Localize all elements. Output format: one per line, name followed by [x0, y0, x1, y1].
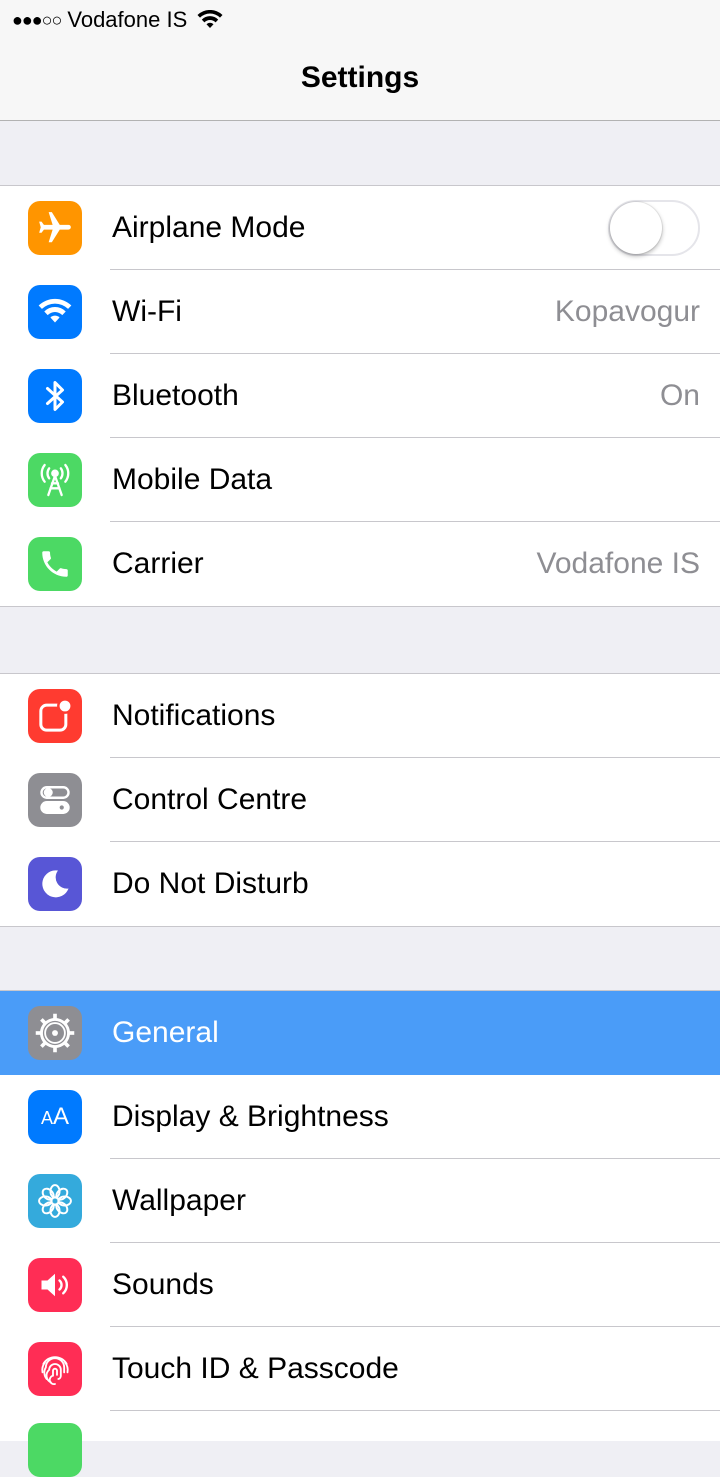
airplane-icon	[28, 201, 82, 255]
row-label: Wallpaper	[112, 1184, 246, 1217]
row-label: Control Centre	[112, 783, 308, 816]
settings-row-bluetooth[interactable]: Bluetooth On	[0, 354, 720, 438]
row-label: Do Not Disturb	[112, 867, 309, 900]
navigation-bar: Settings	[0, 40, 720, 121]
connectivity-group: Airplane Mode Wi-Fi Kopavogur Bluetooth …	[0, 185, 720, 607]
airplane-mode-toggle[interactable]	[608, 200, 700, 256]
row-label: Mobile Data	[112, 463, 273, 496]
row-label: Carrier	[112, 547, 204, 580]
settings-row-do-not-disturb[interactable]: Do Not Disturb	[0, 842, 720, 926]
settings-row-airplane-mode[interactable]: Airplane Mode	[0, 186, 720, 270]
settings-row-general[interactable]: General	[0, 991, 720, 1075]
toggle-knob	[610, 202, 662, 254]
row-label: Touch ID & Passcode	[112, 1352, 399, 1385]
bluetooth-icon	[28, 369, 82, 423]
phone-icon	[28, 537, 82, 591]
settings-row-notifications[interactable]: Notifications	[0, 674, 720, 758]
icon-glyph: AA	[40, 1103, 70, 1130]
gear-icon	[28, 1006, 82, 1060]
status-carrier: Vodafone IS	[67, 7, 188, 32]
row-value: On	[659, 379, 700, 412]
wifi-icon	[28, 285, 82, 339]
row-label: General	[112, 1016, 219, 1049]
fingerprint-icon	[28, 1342, 82, 1396]
text-size-icon: AA	[28, 1090, 82, 1144]
row-label: Display & Brightness	[112, 1100, 389, 1133]
settings-row-wallpaper[interactable]: Wallpaper	[0, 1159, 720, 1243]
general-group: General AA Display & Brightness Wallpape…	[0, 990, 720, 1477]
row-value: Kopavogur	[554, 295, 700, 328]
row-label: Bluetooth	[112, 379, 239, 412]
moon-icon	[28, 857, 82, 911]
signal-strength: ●●●○○	[12, 9, 62, 30]
settings-row-sounds[interactable]: Sounds	[0, 1243, 720, 1327]
row-label: Wi-Fi	[112, 295, 182, 328]
settings-row-partial[interactable]	[0, 1411, 720, 1477]
partial-icon	[28, 1423, 82, 1477]
control-centre-icon	[28, 773, 82, 827]
page-title: Settings	[300, 61, 420, 94]
settings-row-mobile-data[interactable]: Mobile Data	[0, 438, 720, 522]
settings-row-touch-id[interactable]: Touch ID & Passcode	[0, 1327, 720, 1411]
row-label: Sounds	[112, 1268, 214, 1301]
wifi-icon	[197, 10, 223, 30]
speaker-icon	[28, 1258, 82, 1312]
settings-row-wifi[interactable]: Wi-Fi Kopavogur	[0, 270, 720, 354]
row-label: Notifications	[112, 699, 276, 732]
status-bar: ●●●○○ Vodafone IS	[0, 0, 720, 40]
notifications-group: Notifications Control Centre Do Not Dist…	[0, 673, 720, 927]
antenna-icon	[28, 453, 82, 507]
settings-row-display-brightness[interactable]: AA Display & Brightness	[0, 1075, 720, 1159]
small-a-glyph: A	[40, 1108, 53, 1128]
settings-row-control-centre[interactable]: Control Centre	[0, 758, 720, 842]
row-value: Vodafone IS	[536, 547, 700, 580]
settings-row-carrier[interactable]: Carrier Vodafone IS	[0, 522, 720, 606]
flower-icon	[28, 1174, 82, 1228]
notifications-icon	[28, 689, 82, 743]
row-label: Airplane Mode	[112, 211, 306, 244]
